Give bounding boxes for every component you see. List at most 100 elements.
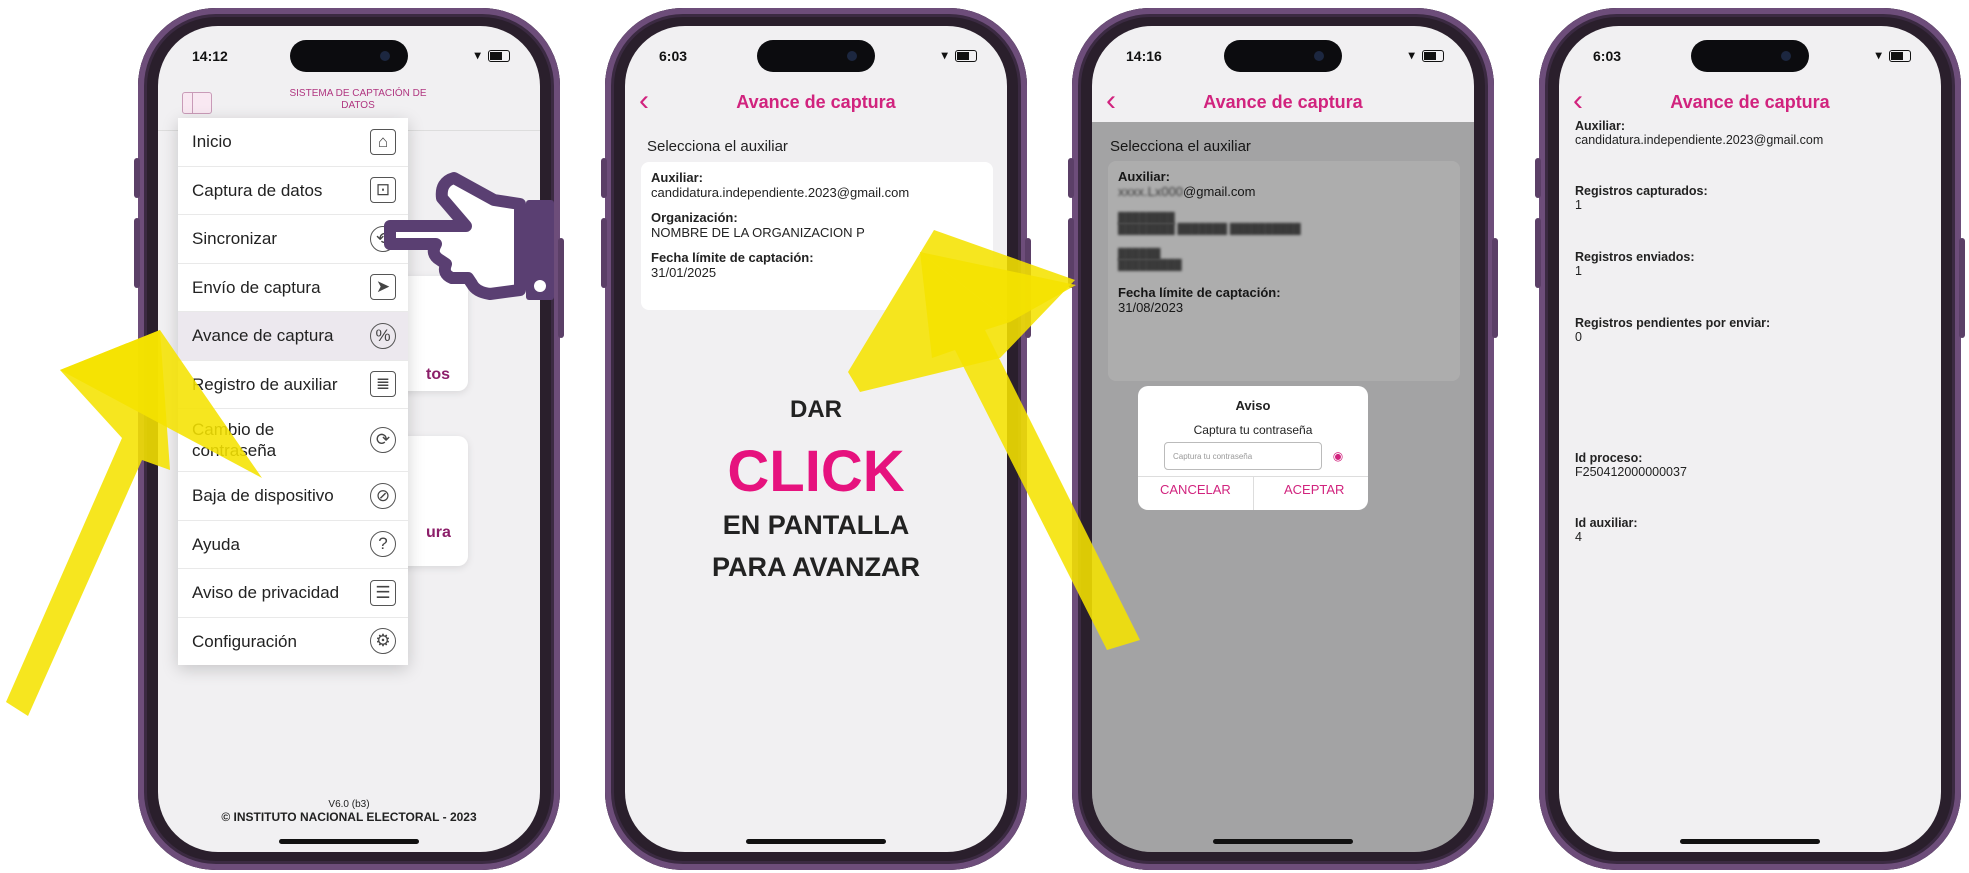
phone-screen-3: 14:16 ▾ ‹ Avance de captura Selecciona e… — [1092, 26, 1474, 852]
menu-item-avance-de-captura[interactable]: Avance de captura % — [178, 312, 408, 361]
aux-id-label: Id auxiliar: — [1575, 516, 1638, 530]
auxiliar-label: Auxiliar: — [651, 170, 704, 185]
aux-id-value: 4 — [1575, 530, 1582, 544]
instruction-pantalla: EN PANTALLA — [722, 510, 910, 540]
menu-item-label: Inicio — [192, 132, 232, 152]
menu-item-label: Cambio de contraseña — [192, 420, 277, 460]
phone-screen-2[interactable]: 6:03 ▾ ‹ Avance de captura Selecciona el… — [625, 26, 1007, 852]
menu-item-sincronizar[interactable]: Sincronizar ⟲ — [178, 215, 408, 264]
menu-item-registro-de-auxiliar[interactable]: Registro de auxiliar ≣ — [178, 361, 408, 409]
background-card-text: ura — [426, 524, 451, 541]
home-indicator[interactable] — [746, 839, 886, 844]
home-indicator[interactable] — [1213, 839, 1353, 844]
copyright-text: © INSTITUTO NACIONAL ELECTORAL - 2023 — [221, 810, 477, 824]
eye-icon[interactable]: ◉ — [1330, 448, 1346, 464]
menu-item-aviso-de-privacidad[interactable]: Aviso de privacidad ☰ — [178, 569, 408, 618]
home-indicator[interactable] — [279, 839, 419, 844]
battery-icon — [1889, 49, 1911, 62]
menu-item-label: Registro de auxiliar — [192, 374, 338, 394]
fecha-label: Fecha límite de captación: — [651, 250, 814, 265]
menu-item-ayuda[interactable]: Ayuda ? — [178, 521, 408, 569]
side-button — [601, 158, 607, 198]
help-icon: ? — [370, 531, 396, 558]
phone-frame-1: 14:12 ▾ SISTEMA DE CAPTACIÓN DE DATOS to… — [134, 8, 564, 870]
menu-item-label: Avance de captura — [192, 326, 334, 346]
pendientes-field: Registros pendientes por enviar: 0 — [1575, 316, 1770, 344]
capturados-label: Registros capturados: — [1575, 184, 1708, 198]
side-button — [134, 218, 140, 288]
instruction-avanzar: PARA AVANZAR — [712, 552, 920, 582]
privacy-icon: ☰ — [370, 579, 396, 606]
enviados-label: Registros enviados: — [1575, 250, 1695, 264]
percent-icon: % — [370, 322, 396, 349]
auxiliar-value: candidatura.independiente.2023@gmail.com — [651, 185, 910, 200]
status-icons: ▾ — [1876, 48, 1911, 62]
auxiliar-card[interactable]: Auxiliar: candidatura.independiente.2023… — [641, 162, 993, 310]
section-title: Selecciona el auxiliar — [647, 138, 788, 155]
dialog-title: Aviso — [1235, 398, 1271, 413]
nav-bar: ‹ Avance de captura — [1559, 82, 1941, 122]
cancel-button[interactable]: CANCELAR — [1160, 482, 1231, 497]
password-input[interactable]: Captura tu contraseña — [1164, 442, 1322, 470]
side-button — [134, 158, 140, 198]
phone-screen-4: 6:03 ▾ ‹ Avance de captura Auxiliar: can… — [1559, 26, 1941, 852]
organizacion-label: Organización: — [651, 210, 738, 225]
home-indicator[interactable] — [1680, 839, 1820, 844]
phone-frame-4: 6:03 ▾ ‹ Avance de captura Auxiliar: can… — [1535, 8, 1965, 870]
status-icons: ▾ — [475, 48, 510, 62]
app-footer: V6.0 (b3) © INSTITUTO NACIONAL ELECTORAL… — [158, 799, 540, 824]
nav-bar: ‹ Avance de captura — [1092, 82, 1474, 122]
dynamic-island — [757, 40, 875, 72]
status-time: 14:16 — [1126, 48, 1162, 64]
menu-item-cambio-de-contrasena[interactable]: Cambio de contraseña ⟳ — [178, 409, 408, 472]
auxiliar-field: Auxiliar: candidatura.independiente.2023… — [1575, 119, 1823, 147]
side-button — [1068, 218, 1074, 288]
side-menu: Inicio ⌂ Captura de datos ⊡ Sincronizar … — [178, 118, 408, 665]
menu-item-label: Envío de captura — [192, 277, 321, 297]
nav-bar: ‹ Avance de captura — [625, 82, 1007, 122]
auxiliar-value: candidatura.independiente.2023@gmail.com — [1575, 133, 1824, 147]
organizacion-value: NOMBRE DE LA ORGANIZACION P — [651, 225, 865, 240]
phone-frame-2: 6:03 ▾ ‹ Avance de captura Selecciona el… — [601, 8, 1031, 870]
proceso-label: Id proceso: — [1575, 451, 1643, 465]
pendientes-label: Registros pendientes por enviar: — [1575, 316, 1771, 330]
background-card-text: tos — [426, 366, 450, 383]
battery-icon — [488, 49, 510, 62]
menu-item-label: Aviso de privacidad — [192, 583, 340, 603]
app-header-title: SISTEMA DE CAPTACIÓN DE DATOS — [289, 88, 427, 111]
battery-icon — [1422, 49, 1444, 62]
pendientes-value: 0 — [1575, 330, 1582, 344]
version-text: V6.0 (b3) — [328, 799, 370, 810]
fecha-group: Fecha límite de captación: 31/01/2025 — [651, 250, 993, 280]
capturados-value: 1 — [1575, 198, 1582, 212]
menu-item-baja-de-dispositivo[interactable]: Baja de dispositivo ⊘ — [178, 472, 408, 521]
instruction-dar: DAR — [790, 396, 842, 423]
menu-item-label: Baja de dispositivo — [192, 486, 334, 506]
register-icon: ≣ — [370, 371, 396, 398]
status-time: 6:03 — [659, 48, 688, 64]
cuff-button — [534, 280, 546, 292]
enviados-value: 1 — [1575, 264, 1582, 278]
auxiliar-label: Auxiliar: — [1575, 119, 1626, 133]
menu-logo-icon[interactable] — [182, 92, 212, 114]
organizacion-group: Organización: NOMBRE DE LA ORGANIZACION … — [651, 210, 993, 240]
menu-item-envio-de-captura[interactable]: Envío de captura ➤ — [178, 264, 408, 312]
menu-item-label: Captura de datos — [192, 180, 323, 200]
menu-item-label: Configuración — [192, 631, 297, 651]
nav-title: Avance de captura — [1203, 92, 1363, 112]
side-button — [1959, 238, 1965, 338]
status-icons: ▾ — [1409, 48, 1444, 62]
device-off-icon: ⊘ — [370, 482, 396, 509]
capturados-field: Registros capturados: 1 — [1575, 184, 1708, 212]
menu-item-inicio[interactable]: Inicio ⌂ — [178, 118, 408, 167]
menu-item-configuracion[interactable]: Configuración ⚙ — [178, 618, 408, 666]
accept-button[interactable]: ACEPTAR — [1284, 482, 1344, 497]
status-time: 14:12 — [192, 48, 228, 64]
side-button — [1535, 158, 1541, 198]
dynamic-island — [290, 40, 408, 72]
pointing-hand-icon — [384, 172, 554, 300]
home-icon: ⌂ — [370, 128, 396, 155]
menu-item-label: Ayuda — [192, 534, 240, 554]
settings-icon: ⚙ — [370, 628, 396, 655]
menu-item-captura-de-datos[interactable]: Captura de datos ⊡ — [178, 167, 408, 215]
